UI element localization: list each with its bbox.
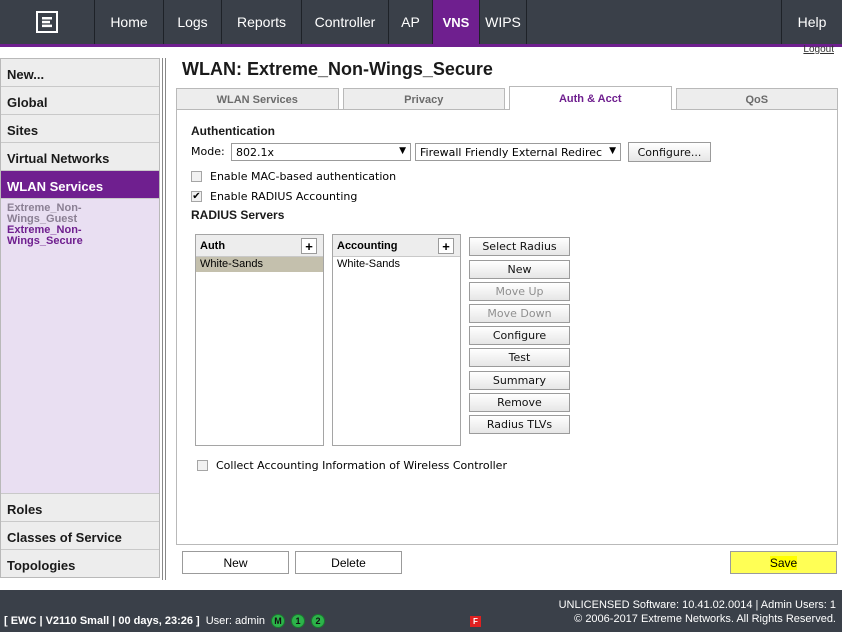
add-auth-server-button[interactable]: + — [301, 238, 317, 254]
sidebar-resize-handle[interactable] — [162, 58, 166, 580]
sidebar-item-virtual-networks[interactable]: Virtual Networks — [1, 143, 159, 171]
mac-auth-label: Enable MAC-based authentication — [210, 170, 397, 183]
tab-privacy[interactable]: Privacy — [342, 88, 505, 110]
sidebar-sub-extreme-non-wings-secure[interactable]: Extreme_Non-Wings_Secure — [7, 225, 87, 247]
status-left: [ EWC | V2110 Small | 00 days, 23:26 ] U… — [4, 614, 325, 628]
tab-qos[interactable]: QoS — [675, 88, 838, 110]
logout-link[interactable]: Logout — [803, 44, 834, 55]
alarm-flag-icon[interactable]: F — [470, 616, 481, 627]
user-info: User: admin — [205, 615, 265, 627]
auth-list-title: Auth — [200, 239, 226, 252]
nav-underline — [0, 44, 842, 47]
accounting-server-list: Accounting + White-Sands — [332, 234, 461, 446]
wlan-service-list: Extreme_Non-Wings_Guest Extreme_Non-Wing… — [1, 199, 159, 247]
nav-home[interactable]: Home — [95, 0, 164, 44]
nav-controller[interactable]: Controller — [302, 0, 389, 44]
sidebar-item-sites[interactable]: Sites — [1, 115, 159, 143]
sidebar-item-classes-of-service[interactable]: Classes of Service — [1, 521, 159, 549]
remove-radius-button[interactable]: Remove — [469, 393, 570, 412]
summary-button[interactable]: Summary — [469, 371, 570, 390]
test-radius-button[interactable]: Test — [469, 348, 570, 367]
sidebar-item-global[interactable]: Global — [1, 87, 159, 115]
auth-server-list: Auth + White-Sands — [195, 234, 324, 446]
move-up-button[interactable]: Move Up — [469, 282, 570, 301]
radius-acct-checkbox[interactable]: ✔ — [191, 191, 202, 202]
nav-logs[interactable]: Logs — [164, 0, 222, 44]
configure-radius-button[interactable]: Configure — [469, 326, 570, 345]
tab-wlan-services[interactable]: WLAN Services — [176, 88, 339, 110]
delete-wlan-button[interactable]: Delete — [295, 551, 402, 574]
status-indicator-1[interactable]: 1 — [291, 614, 305, 628]
mac-auth-checkbox[interactable] — [191, 171, 202, 182]
authentication-heading: Authentication — [191, 124, 275, 138]
collect-accounting-label: Collect Accounting Information of Wirele… — [216, 459, 507, 472]
status-indicator-2[interactable]: 2 — [311, 614, 325, 628]
status-right: UNLICENSED Software: 10.41.02.0014 | Adm… — [559, 598, 836, 626]
mac-auth-row: Enable MAC-based authentication — [191, 170, 396, 183]
save-button[interactable]: Save — [730, 551, 837, 574]
auth-mode-value: 802.1x — [236, 146, 275, 159]
nav-help[interactable]: Help — [782, 0, 842, 44]
nav-reports[interactable]: Reports — [222, 0, 302, 44]
select-radius-button[interactable]: Select Radius — [469, 237, 570, 256]
status-indicator-m[interactable]: M — [271, 614, 285, 628]
mode-label: Mode: — [191, 145, 225, 158]
page-title: WLAN: Extreme_Non-Wings_Secure — [182, 59, 493, 79]
configure-auth-button[interactable]: Configure... — [628, 142, 711, 162]
redirect-mode-select[interactable]: Firewall Friendly External Redirec ▼ — [415, 143, 621, 161]
new-wlan-button[interactable]: New — [182, 551, 289, 574]
nav-vns[interactable]: VNS — [433, 0, 480, 44]
collect-accounting-row: Collect Accounting Information of Wirele… — [197, 459, 507, 472]
sidebar-sub-extreme-non-wings-guest[interactable]: Extreme_Non-Wings_Guest — [7, 203, 87, 225]
sidebar-item-roles[interactable]: Roles — [1, 493, 159, 521]
accounting-list-header: Accounting + — [333, 235, 460, 257]
top-nav-bar: Home Logs Reports Controller AP VNS WIPS… — [0, 0, 842, 44]
accounting-list-item[interactable]: White-Sands — [333, 257, 460, 272]
sidebar-bottom-group: Roles Classes of Service Topologies — [1, 493, 159, 577]
checkmark-icon: ✔ — [192, 191, 201, 202]
auth-acct-panel: Authentication Mode: 802.1x ▼ Firewall F… — [176, 109, 838, 545]
accounting-list-title: Accounting — [337, 239, 398, 252]
tab-bar: WLAN Services Privacy Auth & Acct QoS — [176, 86, 838, 110]
radius-acct-label: Enable RADIUS Accounting — [210, 190, 358, 203]
auth-list-header: Auth + — [196, 235, 323, 257]
license-info: UNLICENSED Software: 10.41.02.0014 | Adm… — [558, 599, 836, 611]
sidebar: New... Global Sites Virtual Networks WLA… — [0, 58, 160, 578]
redirect-mode-value: Firewall Friendly External Redirec — [420, 146, 603, 159]
status-bar: [ EWC | V2110 Small | 00 days, 23:26 ] U… — [0, 590, 842, 632]
auth-mode-select[interactable]: 802.1x ▼ — [231, 143, 411, 161]
nav-spacer — [527, 0, 782, 44]
extreme-logo-icon[interactable] — [0, 0, 95, 44]
collect-accounting-checkbox[interactable] — [197, 460, 208, 471]
sidebar-item-wlan-services[interactable]: WLAN Services — [1, 171, 159, 199]
radius-acct-row: ✔ Enable RADIUS Accounting — [191, 190, 357, 203]
add-accounting-server-button[interactable]: + — [438, 238, 454, 254]
radius-tlvs-button[interactable]: Radius TLVs — [469, 415, 570, 434]
radius-servers-heading: RADIUS Servers — [191, 208, 285, 222]
sidebar-item-topologies[interactable]: Topologies — [1, 549, 159, 577]
sidebar-item-new[interactable]: New... — [1, 59, 159, 87]
nav-wips[interactable]: WIPS — [480, 0, 527, 44]
chevron-down-icon: ▼ — [399, 146, 406, 156]
auth-list-item[interactable]: White-Sands — [196, 257, 323, 272]
copyright: © 2006-2017 Extreme Networks. All Rights… — [574, 613, 836, 625]
move-down-button[interactable]: Move Down — [469, 304, 570, 323]
controller-info: [ EWC | V2110 Small | 00 days, 23:26 ] — [4, 615, 200, 627]
nav-ap[interactable]: AP — [389, 0, 433, 44]
chevron-down-icon: ▼ — [609, 146, 616, 156]
save-button-label: Save — [769, 555, 798, 570]
new-radius-button[interactable]: New — [469, 260, 570, 279]
tab-auth-acct[interactable]: Auth & Acct — [509, 86, 672, 110]
